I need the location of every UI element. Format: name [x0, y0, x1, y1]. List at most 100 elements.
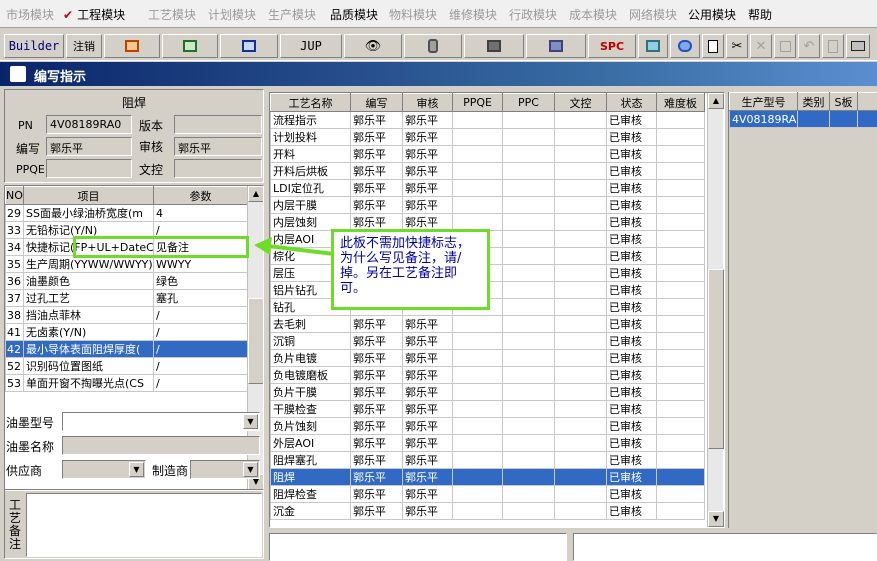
excel-button[interactable]	[162, 34, 218, 58]
computer-button[interactable]	[526, 34, 586, 58]
column-header[interactable]: PPC	[502, 93, 555, 112]
powerpoint-button[interactable]	[104, 34, 160, 58]
author-field[interactable]: 郭乐平	[46, 137, 132, 156]
table-row[interactable]: 35 生产周期(YYWW/WWYY) WWYY	[5, 255, 248, 273]
table-row[interactable]: 41 无卤素(Y/N) /	[5, 323, 248, 341]
table-row[interactable]: 干膜检查 郭乐平 郭乐平 已审核	[270, 400, 705, 418]
table-row[interactable]: 去毛刺 郭乐平 郭乐平 已审核	[270, 315, 705, 333]
save-button[interactable]	[774, 34, 796, 58]
ink-type-select[interactable]: ▼	[62, 412, 260, 431]
menu-item[interactable]: ✔ 工程模块	[63, 6, 125, 23]
supplier-select[interactable]: ▼	[62, 460, 146, 479]
pn-field[interactable]: 4V08189RA0	[46, 115, 132, 134]
menu-item[interactable]: 成本模块	[569, 6, 617, 23]
bottom-textarea-right[interactable]	[573, 533, 877, 561]
undo-button[interactable]: ↶	[798, 34, 820, 58]
col-item[interactable]: 项目	[23, 186, 154, 205]
table-row[interactable]: 负片电镀 郭乐平 郭乐平 已审核	[270, 349, 705, 367]
col-no[interactable]: NO	[5, 186, 24, 205]
col-param[interactable]: 参数	[153, 186, 248, 205]
table-row[interactable]: 4V08189RA0	[729, 110, 877, 128]
cut-button[interactable]: ✂	[726, 34, 748, 58]
scroll-up-icon[interactable]: ▲	[708, 93, 724, 109]
column-header[interactable]: 审核	[402, 93, 453, 112]
table-row[interactable]: 37 过孔工艺 塞孔	[5, 289, 248, 307]
jump-button[interactable]: JUP	[280, 34, 342, 58]
table-row[interactable]: 负片蚀刻 郭乐平 郭乐平 已审核	[270, 417, 705, 435]
table-row[interactable]: 开料后烘板 郭乐平 郭乐平 已审核	[270, 162, 705, 180]
table-row[interactable]: 36 油墨颜色 绿色	[5, 272, 248, 290]
table-row[interactable]: 内层蚀刻 郭乐平 郭乐平 已审核	[270, 213, 705, 231]
reviewer-field[interactable]: 郭乐平	[174, 137, 262, 156]
delete-button[interactable]: ✕	[750, 34, 772, 58]
word-button[interactable]	[220, 34, 278, 58]
menu-item[interactable]: 行政模块	[509, 6, 557, 23]
new-button[interactable]	[702, 34, 724, 58]
column-header[interactable]: 工艺名称	[270, 93, 351, 112]
table-row[interactable]: 52 识别码位置图纸 /	[5, 357, 248, 375]
table-row[interactable]: 阻焊塞孔 郭乐平 郭乐平 已审核	[270, 451, 705, 469]
view-button[interactable]: 👁	[344, 34, 402, 58]
menu-item[interactable]: 品质模块	[330, 6, 378, 23]
browser-button[interactable]	[670, 34, 700, 58]
column-header[interactable]: 编写	[350, 93, 403, 112]
menu-item[interactable]: 工艺模块	[148, 6, 196, 23]
spc-button[interactable]: SPC	[588, 34, 636, 58]
table-row[interactable]: 沉金 郭乐平 郭乐平 已审核	[270, 502, 705, 520]
logout-button[interactable]: 注销	[66, 34, 102, 58]
col-s-board[interactable]: S板	[829, 92, 858, 111]
table-row[interactable]: 负片干膜 郭乐平 郭乐平 已审核	[270, 383, 705, 401]
scroll-thumb[interactable]	[248, 298, 263, 384]
print-button[interactable]	[846, 34, 870, 58]
table-row[interactable]: 负电镀磨板 郭乐平 郭乐平 已审核	[270, 366, 705, 384]
process-note-textarea[interactable]	[26, 493, 262, 557]
col-category[interactable]: 类别	[797, 92, 830, 111]
scroll-down-icon[interactable]: ▼	[708, 511, 724, 527]
menu-item[interactable]: 公用模块	[688, 6, 736, 23]
network-button[interactable]	[464, 34, 524, 58]
bottom-textarea-left[interactable]	[269, 533, 567, 561]
table-row[interactable]: 计划投料 郭乐平 郭乐平 已审核	[270, 128, 705, 146]
table-row[interactable]: LDI定位孔 郭乐平 郭乐平 已审核	[270, 179, 705, 197]
menu-item[interactable]: 维修模块	[449, 6, 497, 23]
table-row[interactable]: 开料 郭乐平 郭乐平 已审核	[270, 145, 705, 163]
table-row[interactable]: 38 挡油点菲林 /	[5, 306, 248, 324]
doc-control-field[interactable]	[174, 159, 262, 178]
column-header[interactable]: PPQE	[452, 93, 503, 112]
manufacturer-select[interactable]: ▼	[190, 460, 260, 479]
preview-button[interactable]	[822, 34, 844, 58]
refresh-button[interactable]	[638, 34, 668, 58]
table-row[interactable]: 阻焊检查 郭乐平 郭乐平 已审核	[270, 485, 705, 503]
menu-item[interactable]: 帮助	[748, 6, 772, 23]
table-row[interactable]: 29 SS面最小绿油桥宽度(m 4	[5, 204, 248, 222]
menu-item[interactable]: 市场模块	[6, 6, 54, 23]
scroll-up-icon[interactable]: ▲	[248, 186, 263, 202]
checkmark-icon: ✔	[63, 8, 74, 22]
column-header[interactable]: 文控	[554, 93, 607, 112]
version-field[interactable]	[174, 115, 262, 134]
ppqe-field[interactable]	[46, 159, 132, 178]
column-header[interactable]: 状态	[606, 93, 657, 112]
process-scrollbar[interactable]: ▲ ▼	[707, 93, 724, 527]
table-row[interactable]: 阻焊 郭乐平 郭乐平 已审核	[270, 468, 705, 486]
table-row[interactable]: 42 最小导体表面阻焊厚度(/	[5, 340, 248, 358]
chevron-down-icon[interactable]: ▼	[243, 462, 258, 477]
col-model[interactable]: 生产型号	[729, 92, 798, 111]
chevron-down-icon[interactable]: ▼	[243, 414, 258, 429]
table-row[interactable]: 外层AOI 郭乐平 郭乐平 已审核	[270, 434, 705, 452]
database-button[interactable]	[404, 34, 462, 58]
menu-item[interactable]: 物料模块	[389, 6, 437, 23]
table-row[interactable]: 流程指示 郭乐平 郭乐平 已审核	[270, 111, 705, 129]
menu-item[interactable]: 计划模块	[208, 6, 256, 23]
empty-cell	[502, 400, 555, 418]
table-row[interactable]: 沉铜 郭乐平 郭乐平 已审核	[270, 332, 705, 350]
menu-item[interactable]: 生产模块	[268, 6, 316, 23]
chevron-down-icon[interactable]: ▼	[129, 462, 144, 477]
column-header[interactable]: 难度板	[656, 93, 705, 112]
table-row[interactable]: 53 单面开窗不掏曝光点(CS /	[5, 374, 248, 392]
menu-item[interactable]: 网络模块	[629, 6, 677, 23]
table-row[interactable]: 内层干膜 郭乐平 郭乐平 已审核	[270, 196, 705, 214]
builder-button[interactable]: Builder	[4, 34, 64, 58]
ink-name-field[interactable]	[62, 436, 260, 455]
scroll-thumb[interactable]	[708, 269, 724, 449]
